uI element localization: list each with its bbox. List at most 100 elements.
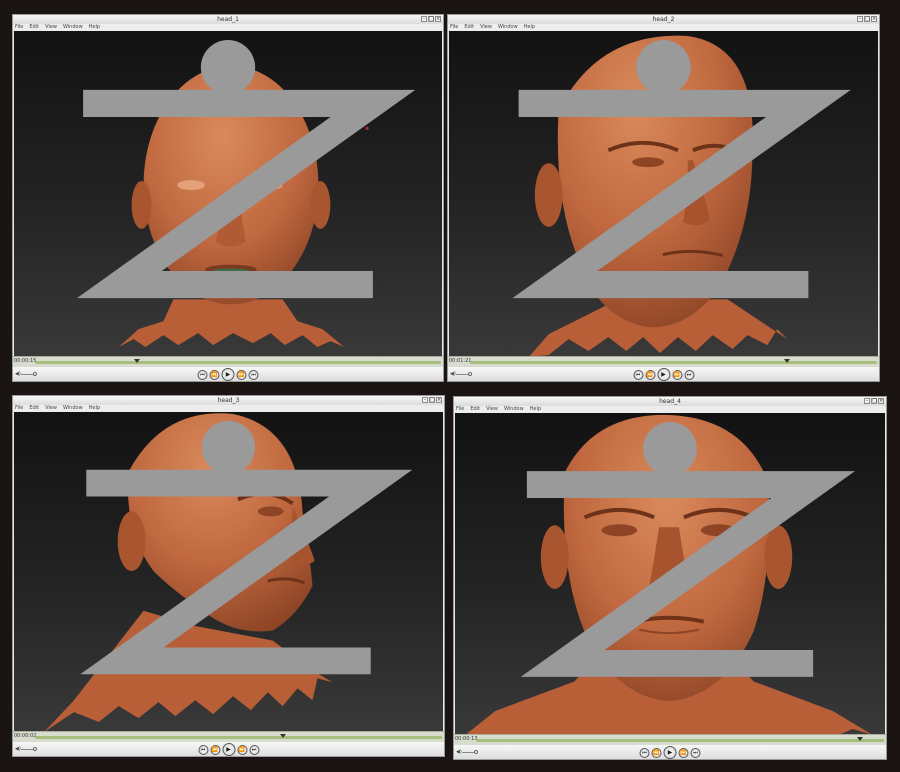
- timecode: 00:00:13: [455, 736, 478, 742]
- play-button[interactable]: ▶: [663, 746, 677, 759]
- rewind-button[interactable]: ⏪: [645, 369, 655, 380]
- menu-view[interactable]: View: [45, 24, 57, 31]
- timeline[interactable]: 00:00:13: [454, 734, 886, 745]
- viewer-window-4: head_4 – □ × File Edit View Window Help: [453, 396, 887, 760]
- play-button[interactable]: ▶: [657, 368, 670, 381]
- playhead-icon[interactable]: [280, 734, 287, 738]
- volume-icon[interactable]: ◀): [15, 371, 21, 377]
- forward-button[interactable]: ⏩: [237, 744, 247, 755]
- play-button[interactable]: ▶: [221, 368, 235, 381]
- zbrush-logo-icon: [520, 421, 855, 677]
- menu-view[interactable]: View: [486, 406, 498, 413]
- timeline[interactable]: 00:00:15: [13, 356, 443, 367]
- timecode: 00:00:15: [14, 358, 37, 364]
- minimize-icon[interactable]: –: [864, 398, 870, 404]
- playhead-icon[interactable]: [856, 737, 863, 741]
- menu-bar: File Edit View Window Help: [13, 405, 444, 412]
- menu-file[interactable]: File: [450, 24, 458, 31]
- forward-button[interactable]: ⏩: [672, 369, 682, 380]
- playhead-icon[interactable]: [784, 359, 791, 363]
- menu-window[interactable]: Window: [504, 406, 524, 413]
- playback-controls: ◀) ⏮ ⏪ ▶ ⏩ ⏭: [13, 742, 444, 756]
- volume-icon[interactable]: ◀): [15, 746, 21, 752]
- video-viewport[interactable]: [449, 31, 878, 357]
- close-icon[interactable]: ×: [871, 16, 877, 22]
- play-button[interactable]: ▶: [222, 743, 235, 756]
- maximize-icon[interactable]: □: [864, 16, 870, 22]
- viewer-window-1: head_1 – □ × File Edit View Window Help: [12, 14, 444, 382]
- menu-bar: File Edit View Window Help: [448, 24, 879, 31]
- menu-edit[interactable]: Edit: [29, 24, 39, 31]
- minimize-icon[interactable]: –: [857, 16, 863, 22]
- forward-button[interactable]: ⏩: [236, 369, 247, 380]
- video-viewport[interactable]: [14, 31, 442, 357]
- timeline-track[interactable]: [476, 737, 884, 742]
- menu-file[interactable]: File: [456, 406, 464, 413]
- volume-icon[interactable]: ◀): [450, 371, 456, 377]
- zbrush-logo-icon: [76, 40, 416, 299]
- minimize-icon[interactable]: –: [421, 16, 427, 22]
- menu-help[interactable]: Help: [89, 24, 100, 31]
- menu-file[interactable]: File: [15, 405, 23, 412]
- window-title: head_2: [652, 16, 675, 23]
- timeline-track[interactable]: [35, 359, 441, 364]
- rewind-button[interactable]: ⏪: [210, 744, 220, 755]
- menu-window[interactable]: Window: [498, 24, 518, 31]
- forward-button[interactable]: ⏩: [678, 747, 689, 758]
- volume-knob[interactable]: [474, 750, 478, 754]
- timecode: 00:00:02: [14, 733, 37, 739]
- menu-help[interactable]: Help: [530, 406, 541, 413]
- menu-edit[interactable]: Edit: [464, 24, 474, 31]
- window-title: head_4: [659, 398, 681, 405]
- menu-window[interactable]: Window: [63, 405, 83, 412]
- maximize-icon[interactable]: □: [871, 398, 877, 404]
- viewer-window-3: head_3 – □ × File Edit View Window Help: [12, 395, 445, 757]
- zbrush-logo-icon: [512, 40, 851, 299]
- video-viewport[interactable]: [14, 412, 443, 732]
- volume-knob[interactable]: [468, 372, 472, 376]
- close-icon[interactable]: ×: [436, 397, 442, 403]
- menu-edit[interactable]: Edit: [470, 406, 480, 413]
- menu-view[interactable]: View: [45, 405, 57, 412]
- menu-help[interactable]: Help: [89, 405, 100, 412]
- playback-controls: ◀) ⏮ ⏪ ▶ ⏩ ⏭: [448, 367, 879, 381]
- minimize-icon[interactable]: –: [422, 397, 428, 403]
- rewind-button[interactable]: ⏪: [651, 747, 662, 758]
- menu-bar: File Edit View Window Help: [13, 24, 443, 31]
- maximize-icon[interactable]: □: [428, 16, 434, 22]
- window-title: head_3: [217, 397, 240, 404]
- playback-controls: ◀) ⏮ ⏪ ▶ ⏩ ⏭: [13, 367, 443, 381]
- rewind-button[interactable]: ⏪: [209, 369, 220, 380]
- menu-bar: File Edit View Window Help: [454, 406, 886, 413]
- playback-controls: ◀) ⏮ ⏪ ▶ ⏩ ⏭: [454, 745, 886, 759]
- menu-view[interactable]: View: [480, 24, 492, 31]
- video-viewport[interactable]: [455, 413, 885, 735]
- volume-knob[interactable]: [33, 372, 37, 376]
- menu-window[interactable]: Window: [63, 24, 83, 31]
- viewer-window-2: head_2 – □ × File Edit View Window Help: [447, 14, 880, 382]
- timeline-track[interactable]: [470, 359, 877, 364]
- menu-edit[interactable]: Edit: [29, 405, 39, 412]
- previous-button[interactable]: ⏮: [197, 369, 208, 380]
- next-button[interactable]: ⏭: [249, 744, 259, 755]
- close-icon[interactable]: ×: [435, 16, 441, 22]
- previous-button[interactable]: ⏮: [639, 747, 650, 758]
- next-button[interactable]: ⏭: [690, 747, 701, 758]
- timecode: 00:01:21: [449, 358, 472, 364]
- menu-file[interactable]: File: [15, 24, 23, 31]
- close-icon[interactable]: ×: [878, 398, 884, 404]
- window-title: head_1: [217, 16, 239, 23]
- next-button[interactable]: ⏭: [248, 369, 259, 380]
- menu-help[interactable]: Help: [524, 24, 535, 31]
- next-button[interactable]: ⏭: [684, 369, 694, 380]
- zbrush-logo-icon: [80, 420, 413, 675]
- timeline-track[interactable]: [35, 734, 442, 739]
- maximize-icon[interactable]: □: [429, 397, 435, 403]
- playhead-icon[interactable]: [133, 359, 140, 363]
- timeline[interactable]: 00:01:21: [448, 356, 879, 367]
- timeline[interactable]: 00:00:02: [13, 731, 444, 742]
- volume-knob[interactable]: [33, 747, 37, 751]
- previous-button[interactable]: ⏮: [198, 744, 208, 755]
- previous-button[interactable]: ⏮: [633, 369, 643, 380]
- volume-icon[interactable]: ◀): [456, 749, 462, 755]
